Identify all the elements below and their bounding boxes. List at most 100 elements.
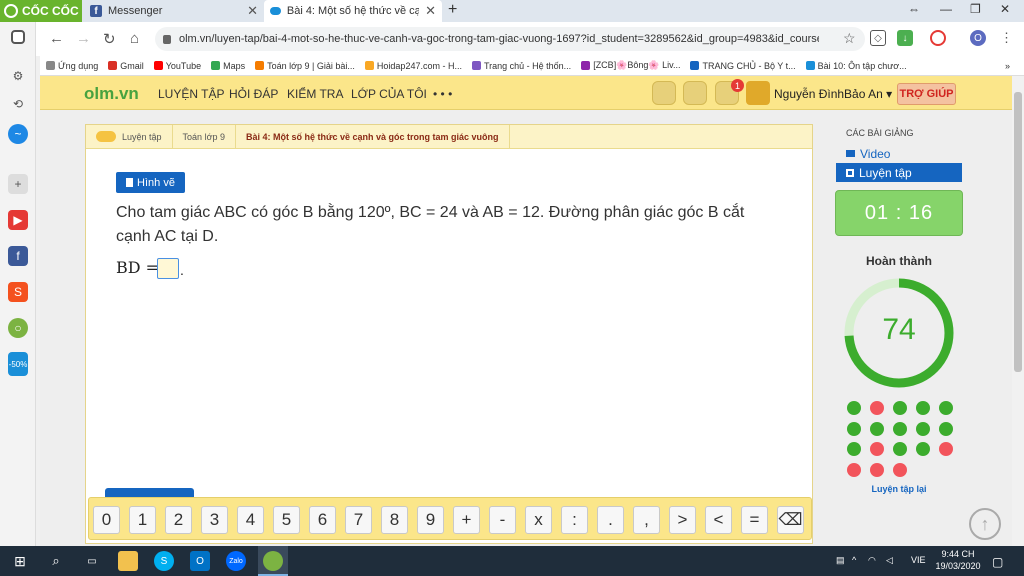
chat-icon[interactable]: [683, 81, 707, 105]
keypad-key[interactable]: 3: [201, 506, 228, 534]
result-dot-red[interactable]: [870, 442, 884, 456]
result-dot-green[interactable]: [893, 421, 907, 436]
coccoc-icon[interactable]: ○: [8, 318, 28, 338]
tab-messenger[interactable]: f Messenger ✕: [84, 0, 264, 22]
keypad-key[interactable]: 6: [309, 506, 336, 534]
sidebar-toggle-icon[interactable]: [11, 30, 25, 44]
volume-icon[interactable]: ◁: [886, 555, 893, 566]
facebook-icon[interactable]: f: [8, 246, 28, 266]
bookmark-more[interactable]: »: [1005, 61, 1010, 71]
result-dot-green[interactable]: [893, 401, 907, 415]
bookmark-bo-y-te[interactable]: TRANG CHỦ - Bộ Y t...: [690, 61, 796, 71]
keypad-key[interactable]: <: [705, 506, 732, 534]
keypad-key[interactable]: =: [741, 506, 768, 534]
outlook-icon[interactable]: O: [190, 551, 210, 571]
bookmark-apps[interactable]: Ứng dụng: [46, 61, 98, 71]
menu-practice[interactable]: LUYỆN TẬP: [158, 87, 224, 101]
keypad-key[interactable]: 1: [129, 506, 156, 534]
keypad-key[interactable]: ,: [633, 506, 660, 534]
keypad-key[interactable]: 7: [345, 506, 372, 534]
bookmark-hoidap247[interactable]: Hoidap247.com - H...: [364, 61, 462, 71]
home-icon[interactable]: ⌂: [130, 30, 139, 47]
task-view-icon[interactable]: ▭: [82, 551, 102, 571]
bookmark-bai-10[interactable]: Bài 10: Ôn tập chươ...: [805, 61, 907, 71]
skype-icon[interactable]: S: [154, 551, 174, 571]
new-tab-button[interactable]: +: [448, 1, 457, 19]
menu-test[interactable]: KIỂM TRA: [287, 87, 343, 101]
notifications-icon[interactable]: ▢: [992, 555, 1003, 569]
menu-qa[interactable]: HỎI ĐÁP: [229, 87, 278, 101]
bookmark-gmail[interactable]: Gmail: [108, 61, 144, 71]
keypad-key[interactable]: >: [669, 506, 696, 534]
keypad-key[interactable]: 8: [381, 506, 408, 534]
result-dot-red[interactable]: [893, 462, 907, 477]
search-icon[interactable]: ⌕: [46, 551, 66, 571]
forward-icon[interactable]: →: [76, 30, 91, 47]
scroll-top-button[interactable]: ↑: [969, 508, 1001, 540]
profile-icon[interactable]: O: [970, 30, 986, 46]
lesson-video-link[interactable]: Video: [836, 144, 962, 163]
back-icon[interactable]: ←: [49, 30, 64, 47]
close-icon[interactable]: ✕: [247, 3, 258, 19]
help-button[interactable]: TRỢ GIÚP: [897, 83, 956, 105]
language-indicator[interactable]: VIE: [911, 555, 926, 565]
result-dot-green[interactable]: [939, 421, 953, 436]
figure-button[interactable]: Hình vẽ: [116, 172, 185, 193]
result-dot-green[interactable]: [847, 442, 861, 456]
result-dot-green[interactable]: [939, 401, 953, 415]
windows-start-icon[interactable]: ⊞: [10, 551, 30, 571]
retry-link[interactable]: Luyện tập lại: [836, 484, 962, 494]
add-icon[interactable]: +: [8, 174, 28, 194]
shield-icon[interactable]: ◇: [870, 30, 886, 46]
bookmark-trang-chu[interactable]: Trang chủ - Hệ thốn...: [471, 61, 571, 71]
more-menu-icon[interactable]: ⋮: [1000, 30, 1013, 46]
extension-icon[interactable]: [930, 30, 946, 46]
result-dot-red[interactable]: [870, 462, 884, 477]
keypad-key[interactable]: .: [597, 506, 624, 534]
gear-icon[interactable]: ⚙: [8, 66, 28, 86]
history-icon[interactable]: ⟲: [8, 94, 28, 114]
keypad-key[interactable]: :: [561, 506, 588, 534]
download-icon[interactable]: ↓: [897, 30, 913, 46]
keypad-key[interactable]: 4: [237, 506, 264, 534]
breadcrumb-practice[interactable]: Luyện tập: [86, 124, 173, 149]
menu-more[interactable]: • • •: [433, 87, 452, 101]
keypad-key[interactable]: +: [453, 506, 480, 534]
breadcrumb-grade-9[interactable]: Toán lớp 9: [173, 124, 236, 149]
keypad-key[interactable]: 2: [165, 506, 192, 534]
minimize-to-tray-icon[interactable]: ⇔: [908, 2, 920, 16]
bookmark-toan-lop-9[interactable]: Toán lớp 9 | Giải bài...: [255, 61, 355, 71]
wifi-icon[interactable]: ◠: [868, 555, 876, 566]
result-dot-green[interactable]: [916, 401, 930, 415]
tiki-icon[interactable]: -50%: [8, 352, 28, 376]
bookmark-youtube[interactable]: YouTube: [153, 61, 201, 71]
result-dot-green[interactable]: [847, 421, 861, 436]
answer-input[interactable]: [157, 258, 179, 279]
coccoc-taskbar-icon[interactable]: [263, 551, 283, 571]
result-dot-green[interactable]: [847, 401, 861, 415]
result-dot-green[interactable]: [916, 421, 930, 436]
lesson-practice-link[interactable]: Luyện tập: [836, 163, 962, 182]
keypad-key[interactable]: 0: [93, 506, 120, 534]
bookmark-maps[interactable]: Maps: [211, 61, 245, 71]
backspace-key[interactable]: ⌫: [777, 506, 804, 534]
keypad-key[interactable]: x: [525, 506, 552, 534]
result-dot-red[interactable]: [847, 462, 861, 477]
zalo-icon[interactable]: Zalo: [226, 551, 246, 571]
browser-menu-button[interactable]: CỐC CỐC: [0, 0, 82, 22]
tab-current-lesson[interactable]: Bài 4: Một số hệ thức về cạnh ✕: [264, 0, 442, 22]
result-dot-red[interactable]: [870, 401, 884, 415]
menu-my-class[interactable]: LỚP CỦA TÔI: [351, 87, 427, 101]
keypad-key[interactable]: -: [489, 506, 516, 534]
keypad-key[interactable]: 5: [273, 506, 300, 534]
close-icon[interactable]: ✕: [425, 3, 436, 19]
avatar[interactable]: [746, 81, 770, 105]
result-dot-green[interactable]: [893, 442, 907, 456]
star-icon[interactable]: ☆: [843, 30, 856, 47]
address-bar[interactable]: olm.vn/luyen-tap/bai-4-mot-so-he-thuc-ve…: [155, 27, 865, 51]
window-close-icon[interactable]: ✕: [1000, 2, 1010, 16]
shopee-icon[interactable]: S: [8, 282, 28, 302]
result-dot-green[interactable]: [916, 442, 930, 456]
scrollbar-thumb[interactable]: [1014, 92, 1022, 372]
bookmark-zcb[interactable]: [ZCB]🌸Bông🌸 Liv...: [581, 60, 680, 71]
